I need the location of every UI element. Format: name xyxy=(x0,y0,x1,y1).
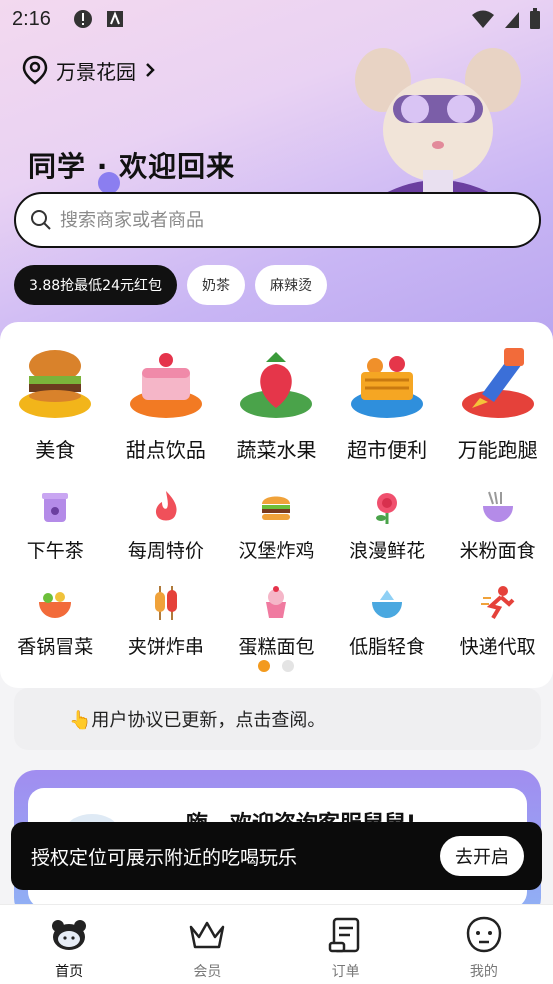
tab-orders[interactable]: 订单 xyxy=(277,905,415,984)
bottom-tab-bar: 首页 会员 订单 我的 xyxy=(0,904,553,984)
category-pager xyxy=(258,660,294,672)
toast-message: 授权定位可展示附近的吃喝玩乐 xyxy=(31,846,298,869)
signal-icon xyxy=(505,12,519,28)
location-pin-icon xyxy=(22,55,48,85)
category-label: 低脂轻食 xyxy=(349,636,426,658)
category-label: 香锅冒菜 xyxy=(17,636,94,658)
salad-icon xyxy=(372,590,403,618)
category-weekly-deals[interactable]: 每周特价 xyxy=(111,488,222,563)
tab-label: 首页 xyxy=(55,964,84,980)
mouse-mascot-illustration xyxy=(355,48,521,200)
category-errand[interactable]: 万能跑腿 xyxy=(442,342,553,463)
tab-label: 会员 xyxy=(193,964,222,980)
hotpot-icon xyxy=(39,592,72,618)
location-selector[interactable]: 万景花园 xyxy=(22,55,156,85)
category-label: 美食 xyxy=(35,438,76,462)
category-light-food[interactable]: 低脂轻食 xyxy=(332,584,443,659)
search-input[interactable] xyxy=(60,209,525,231)
noodle-bowl-icon xyxy=(482,491,513,522)
category-fruit[interactable]: 蔬菜水果 xyxy=(221,342,332,463)
chip-malatang[interactable]: 麻辣烫 xyxy=(255,265,327,305)
tab-profile[interactable]: 我的 xyxy=(415,905,553,984)
category-food[interactable]: 美食 xyxy=(0,342,111,463)
courier-icon xyxy=(480,586,515,620)
rocket-icon xyxy=(461,348,534,418)
chip-red-packet[interactable]: 3.88抢最低24元红包 xyxy=(14,265,177,305)
search-icon xyxy=(31,210,51,230)
hamburger-icon xyxy=(262,496,291,520)
tea-cup-icon xyxy=(42,493,69,522)
category-flowers[interactable]: 浪漫鲜花 xyxy=(332,488,443,563)
skewer-icon xyxy=(154,586,177,620)
category-row-main: 美食 甜点饮品 蔬菜水果 超市便利 万能跑腿 xyxy=(0,342,553,463)
order-icon xyxy=(328,917,359,953)
chip-milk-tea[interactable]: 奶茶 xyxy=(187,265,245,305)
pager-dot[interactable] xyxy=(282,660,294,672)
category-label: 每周特价 xyxy=(127,540,204,562)
tab-membership[interactable]: 会员 xyxy=(138,905,276,984)
category-burger-chicken[interactable]: 汉堡炸鸡 xyxy=(221,488,332,563)
welcome-title: 同学 · 欢迎回来 xyxy=(28,150,236,183)
chevron-right-icon xyxy=(146,63,155,77)
tab-home[interactable]: 首页 xyxy=(0,905,138,984)
status-time: 2:16 xyxy=(12,7,51,30)
font-notification-icon xyxy=(106,11,123,27)
search-bar[interactable] xyxy=(14,192,541,248)
wifi-icon xyxy=(472,10,494,28)
status-bar: 2:16 xyxy=(0,0,553,38)
category-dessert[interactable]: 甜点饮品 xyxy=(111,342,222,463)
category-skewers[interactable]: 夹饼炸串 xyxy=(111,584,222,659)
enable-location-button[interactable]: 去开启 xyxy=(440,836,524,876)
crown-icon xyxy=(190,921,225,949)
location-name: 万景花园 xyxy=(56,59,136,84)
agreement-notice[interactable]: 👆用户协议已更新，点击查阅。 xyxy=(14,688,541,750)
category-row-2: 下午茶 每周特价 汉堡炸鸡 浪漫鲜花 米粉面食 xyxy=(0,488,553,563)
category-label: 快递代取 xyxy=(459,636,536,658)
tab-label: 订单 xyxy=(331,964,360,980)
battery-icon xyxy=(530,8,540,29)
basket-icon xyxy=(351,356,424,418)
decorative-dot xyxy=(98,172,120,194)
notice-text: 👆用户协议已更新，点击查阅。 xyxy=(69,710,326,731)
profile-icon xyxy=(466,916,502,953)
category-label: 万能跑腿 xyxy=(457,438,538,462)
flame-icon xyxy=(155,491,177,521)
category-afternoon-tea[interactable]: 下午茶 xyxy=(0,488,111,563)
category-label: 超市便利 xyxy=(347,438,428,462)
quick-chips: 3.88抢最低24元红包 奶茶 麻辣烫 xyxy=(14,265,327,305)
home-mascot-icon xyxy=(52,920,87,950)
category-label: 汉堡炸鸡 xyxy=(238,540,315,562)
category-label: 蛋糕面包 xyxy=(238,636,315,658)
tab-label: 我的 xyxy=(469,964,498,980)
burger-icon xyxy=(19,350,92,418)
category-label: 蔬菜水果 xyxy=(236,438,317,462)
cake-cup-icon xyxy=(266,586,287,618)
category-hotpot[interactable]: 香锅冒菜 xyxy=(0,584,111,659)
category-noodles[interactable]: 米粉面食 xyxy=(442,488,553,563)
category-label: 米粉面食 xyxy=(459,540,536,562)
cake-icon xyxy=(129,353,202,418)
category-label: 夹饼炸串 xyxy=(127,636,204,658)
strawberry-icon xyxy=(240,352,313,418)
category-row-3: 香锅冒菜 夹饼炸串 蛋糕面包 低脂轻食 快递代取 xyxy=(0,584,553,659)
category-label: 浪漫鲜花 xyxy=(349,540,426,562)
flower-icon xyxy=(376,493,398,524)
category-cake-bread[interactable]: 蛋糕面包 xyxy=(221,584,332,659)
category-card: 美食 甜点饮品 蔬菜水果 超市便利 万能跑腿 下午茶 每周特价 汉堡炸鸡 浪漫鲜… xyxy=(0,322,553,688)
alert-icon xyxy=(73,10,92,28)
category-label: 下午茶 xyxy=(26,540,84,562)
location-permission-toast: 授权定位可展示附近的吃喝玩乐 去开启 xyxy=(11,822,542,890)
category-supermarket[interactable]: 超市便利 xyxy=(332,342,443,463)
pager-dot-active[interactable] xyxy=(258,660,270,672)
category-label: 甜点饮品 xyxy=(125,438,206,462)
category-courier[interactable]: 快递代取 xyxy=(442,584,553,659)
